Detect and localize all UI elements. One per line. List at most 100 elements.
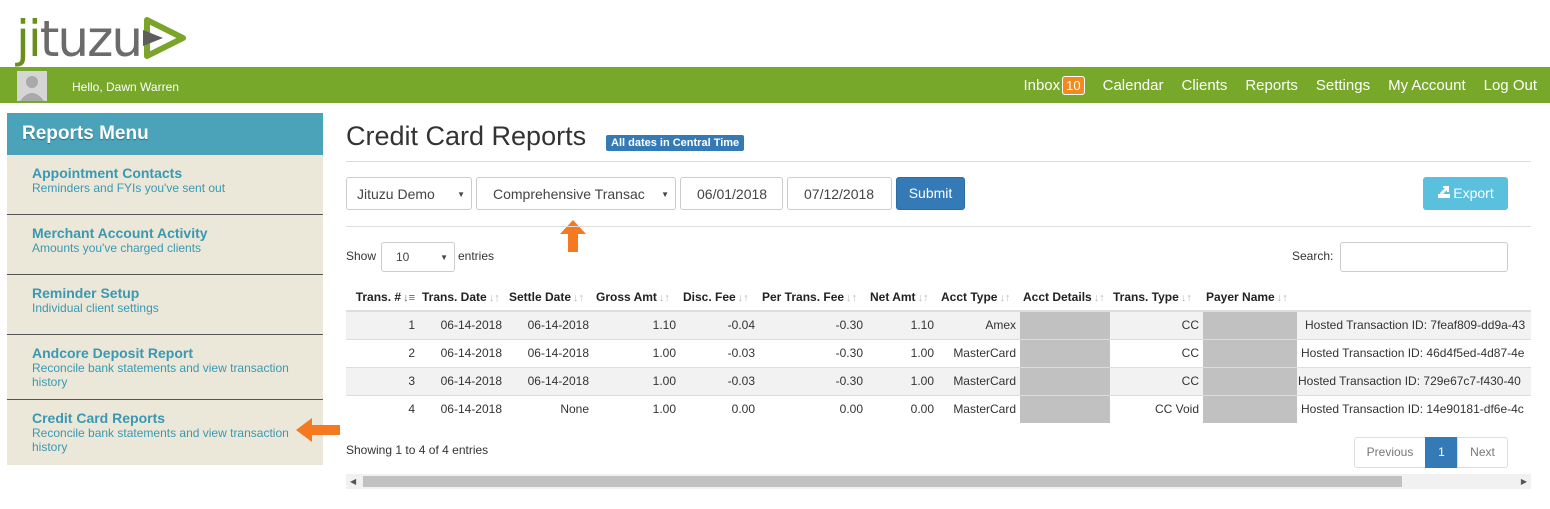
sort-icon: ↓↑ [573, 292, 585, 304]
col-header-per-trans-fee[interactable]: Per Trans. Fee ↓↑ [759, 284, 867, 312]
col-header-trans-type[interactable]: Trans. Type ↓↑ [1110, 284, 1203, 312]
nav-log-out[interactable]: Log Out [1484, 77, 1537, 94]
submit-button[interactable]: Submit [896, 177, 965, 210]
col-header-label: Trans. # [355, 290, 402, 304]
info-prefix: Showing [346, 443, 396, 457]
sidebar-item-appointment-contacts[interactable]: Appointment Contacts Reminders and FYIs … [7, 155, 323, 215]
col-header-label: Payer Name [1206, 290, 1275, 304]
search-label: Search: [1292, 249, 1334, 263]
reports-sidebar: Reports Menu Appointment Contacts Remind… [7, 113, 323, 465]
cell-net-amt: 1.00 [867, 366, 938, 395]
entries-length-select[interactable]: 10 ▼ [381, 242, 455, 272]
cell-description: Hosted Transaction ID: 7feaf809-dd9a-43 [1297, 310, 1531, 339]
start-date-input[interactable]: 06/01/2018 [680, 177, 783, 210]
cell-trans-num: 4 [346, 394, 419, 423]
cell-payer-name-redacted [1203, 310, 1297, 339]
cell-net-amt: 1.00 [867, 338, 938, 367]
sidebar-item-credit-card-reports[interactable]: Credit Card Reports Reconcile bank state… [7, 400, 323, 460]
logo-text-ji: ji [16, 10, 42, 68]
col-header-label: Net Amt [870, 290, 916, 304]
cell-trans-date: 06-14-2018 [419, 366, 506, 395]
table-header-row: Trans. # ↓≡ Trans. Date ↓↑ Settle Date ↓↑ G… [346, 284, 1531, 312]
cell-trans-date: 06-14-2018 [419, 394, 506, 423]
nav-settings[interactable]: Settings [1316, 77, 1370, 94]
report-type-value: Comprehensive Transac [493, 186, 645, 202]
sidebar-item-merchant-account-activity[interactable]: Merchant Account Activity Amounts you've… [7, 215, 323, 275]
sort-icon: ↓↑ [846, 292, 858, 304]
caret-down-icon: ▼ [661, 190, 669, 199]
scroll-left-icon[interactable]: ◀ [350, 477, 356, 486]
caret-down-icon: ▼ [440, 253, 448, 262]
sidebar-item-andcore-deposit-report[interactable]: Andcore Deposit Report Reconcile bank st… [7, 335, 323, 400]
info-mid1: to [402, 443, 419, 457]
sort-icon: ↓↑ [999, 292, 1011, 304]
cell-gross-amt: 1.00 [593, 338, 680, 367]
cell-description: Hosted Transaction ID: 46d4f5ed-4d87-4e [1297, 338, 1531, 367]
logo-text-tuzu: tuzu [39, 10, 143, 68]
annotation-arrow-up-icon [560, 220, 586, 252]
cell-trans-num: 3 [346, 366, 419, 395]
pagination-page-1[interactable]: 1 [1425, 437, 1458, 468]
col-header-gross-amt[interactable]: Gross Amt ↓↑ [593, 284, 680, 312]
entries-length-value: 10 [396, 250, 410, 264]
nav-inbox-label: Inbox [1023, 76, 1061, 94]
col-header-label: Disc. Fee [683, 290, 736, 304]
timezone-badge: All dates in Central Time [606, 135, 745, 151]
account-select[interactable]: Jituzu Demo ▼ [346, 177, 472, 210]
col-header-label: Gross Amt [596, 290, 657, 304]
sidebar-item-subtitle: Individual client settings [32, 301, 159, 315]
divider [346, 161, 1531, 162]
table-row: 4 06-14-2018 None 1.00 0.00 0.00 0.00 Ma… [346, 394, 1531, 423]
cell-trans-num: 1 [346, 310, 419, 339]
nav-links: Inbox 10 Calendar Clients Reports Setting… [1023, 67, 1537, 103]
cell-settle-date: 06-14-2018 [506, 310, 593, 339]
col-header-acct-details[interactable]: Acct Details ↓↑ [1020, 284, 1110, 312]
cell-per-trans-fee: -0.30 [759, 310, 867, 339]
sidebar-item-subtitle: Reminders and FYIs you've sent out [32, 181, 226, 195]
col-header-net-amt[interactable]: Net Amt ↓↑ [867, 284, 938, 312]
cell-acct-type: MasterCard [938, 366, 1020, 395]
cell-payer-name-redacted [1203, 338, 1297, 367]
cell-acct-details-redacted [1020, 310, 1110, 339]
pagination-previous[interactable]: Previous [1354, 437, 1426, 468]
col-header-settle-date[interactable]: Settle Date ↓↑ [506, 284, 593, 312]
nav-my-account[interactable]: My Account [1388, 77, 1466, 94]
end-date-input[interactable]: 07/12/2018 [787, 177, 892, 210]
sidebar-item-reminder-setup[interactable]: Reminder Setup Individual client setting… [7, 275, 323, 335]
avatar[interactable] [17, 71, 47, 101]
report-type-select[interactable]: Comprehensive Transac ▼ [476, 177, 676, 210]
cell-settle-date: 06-14-2018 [506, 338, 593, 367]
info-suffix: entries [448, 443, 489, 457]
nav-inbox[interactable]: Inbox 10 [1023, 75, 1085, 95]
logo-play-icon [143, 17, 187, 59]
table-row: 1 06-14-2018 06-14-2018 1.10 -0.04 -0.30… [346, 310, 1531, 339]
search-input[interactable] [1340, 242, 1508, 272]
col-header-acct-type[interactable]: Acct Type ↓↑ [938, 284, 1020, 312]
col-header-trans-date[interactable]: Trans. Date ↓↑ [419, 284, 506, 312]
cell-description: Hosted Transaction ID: 14e90181-df6e-4c [1297, 394, 1531, 423]
sort-icon: ↓↑ [1180, 292, 1192, 304]
nav-calendar[interactable]: Calendar [1103, 77, 1164, 94]
horizontal-scrollbar[interactable]: ◀ ▶ [346, 474, 1531, 489]
cell-acct-type: Amex [938, 310, 1020, 339]
sidebar-item-subtitle: Reconcile bank statements and view trans… [32, 426, 289, 454]
page-title: Credit Card Reports [346, 121, 587, 151]
col-header-payer-name[interactable]: Payer Name ↓↑ [1203, 284, 1297, 312]
scrollbar-thumb[interactable] [363, 476, 1402, 487]
nav-reports[interactable]: Reports [1245, 77, 1298, 94]
sort-icon: ↓↑ [1093, 292, 1105, 304]
cell-net-amt: 0.00 [867, 394, 938, 423]
pagination-next[interactable]: Next [1457, 437, 1508, 468]
cell-gross-amt: 1.00 [593, 394, 680, 423]
nav-clients[interactable]: Clients [1181, 77, 1227, 94]
jituzu-logo[interactable]: jituzu [16, 2, 189, 64]
scroll-right-icon[interactable]: ▶ [1521, 477, 1527, 486]
cell-settle-date: None [506, 394, 593, 423]
export-button[interactable]: Export [1423, 177, 1508, 210]
col-header-trans-num[interactable]: Trans. # ↓≡ [346, 284, 419, 312]
col-header-disc-fee[interactable]: Disc. Fee ↓↑ [680, 284, 759, 312]
table-row: 3 06-14-2018 06-14-2018 1.00 -0.03 -0.30… [346, 366, 1531, 395]
cell-disc-fee: 0.00 [680, 394, 759, 423]
sidebar-item-subtitle: Reconcile bank statements and view trans… [32, 361, 289, 389]
cell-trans-date: 06-14-2018 [419, 310, 506, 339]
